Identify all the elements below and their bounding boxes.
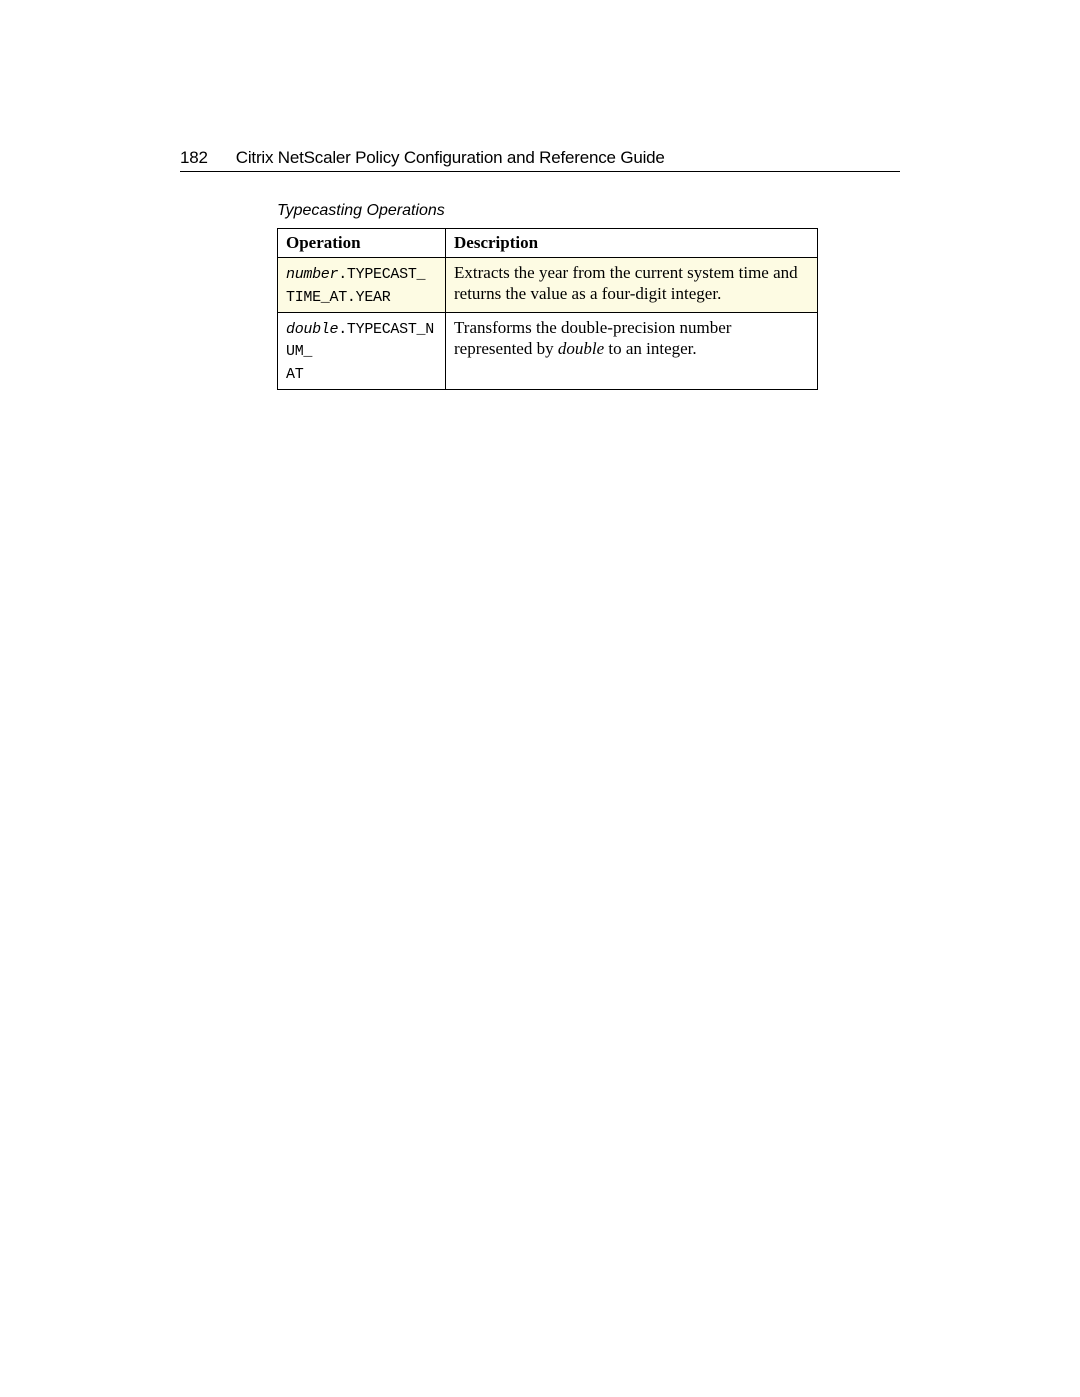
page-number: 182 (180, 148, 208, 168)
document-page: 182 Citrix NetScaler Policy Configuration… (180, 148, 900, 390)
typecasting-operations-table: Operation Description number.TYPECAST_ TI… (277, 228, 818, 390)
op-text: TIME_AT.YEAR (286, 289, 390, 306)
table-caption: Typecasting Operations (277, 202, 900, 220)
cell-operation: number.TYPECAST_ TIME_AT.YEAR (278, 258, 446, 313)
table-header-row: Operation Description (278, 229, 818, 258)
table-row: double.TYPECAST_NUM_AT Transforms the do… (278, 312, 818, 389)
cell-operation: double.TYPECAST_NUM_AT (278, 312, 446, 389)
op-variable: number (286, 266, 338, 283)
cell-description: Extracts the year from the current syste… (446, 258, 818, 313)
col-header-operation: Operation (278, 229, 446, 258)
op-variable: double (286, 321, 338, 338)
table-row: number.TYPECAST_ TIME_AT.YEAR Extracts th… (278, 258, 818, 313)
page-header: 182 Citrix NetScaler Policy Configuration… (180, 148, 900, 172)
op-text: .TYPECAST_ (338, 266, 425, 283)
doc-title: Citrix NetScaler Policy Configuration an… (236, 148, 665, 167)
op-text: AT (286, 366, 303, 383)
desc-text-em: double (558, 339, 604, 358)
cell-description: Transforms the double-precision number r… (446, 312, 818, 389)
col-header-description: Description (446, 229, 818, 258)
desc-text-post: to an integer. (604, 339, 697, 358)
